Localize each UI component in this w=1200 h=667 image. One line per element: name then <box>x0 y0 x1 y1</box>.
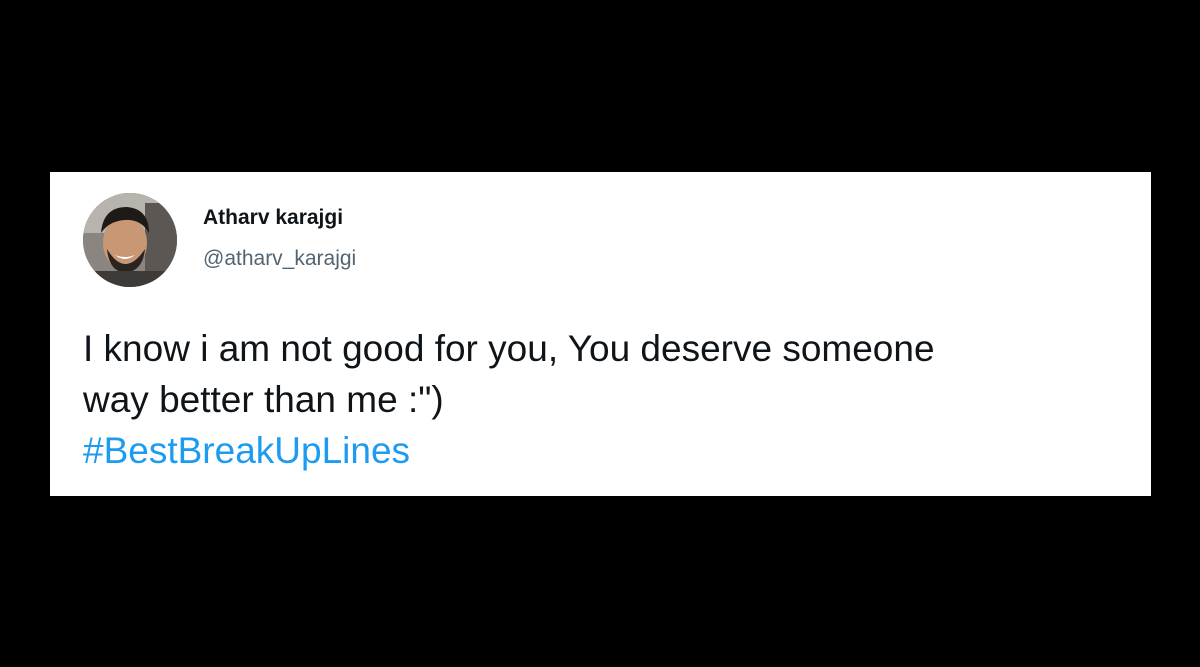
tweet-text-line: way better than me :") <box>83 379 444 420</box>
screenshot-canvas: Atharv karajgi @atharv_karajgi I know i … <box>0 0 1200 667</box>
tweet-text-line: I know i am not good for you, You deserv… <box>83 328 935 369</box>
author-handle[interactable]: @atharv_karajgi <box>203 247 356 271</box>
hashtag-link[interactable]: #BestBreakUpLines <box>83 425 1133 476</box>
avatar[interactable] <box>83 193 177 287</box>
tweet-card: Atharv karajgi @atharv_karajgi I know i … <box>50 172 1151 496</box>
profile-photo-icon <box>83 193 177 287</box>
tweet-text: I know i am not good for you, You deserv… <box>83 323 1133 476</box>
author-name[interactable]: Atharv karajgi <box>203 206 343 230</box>
